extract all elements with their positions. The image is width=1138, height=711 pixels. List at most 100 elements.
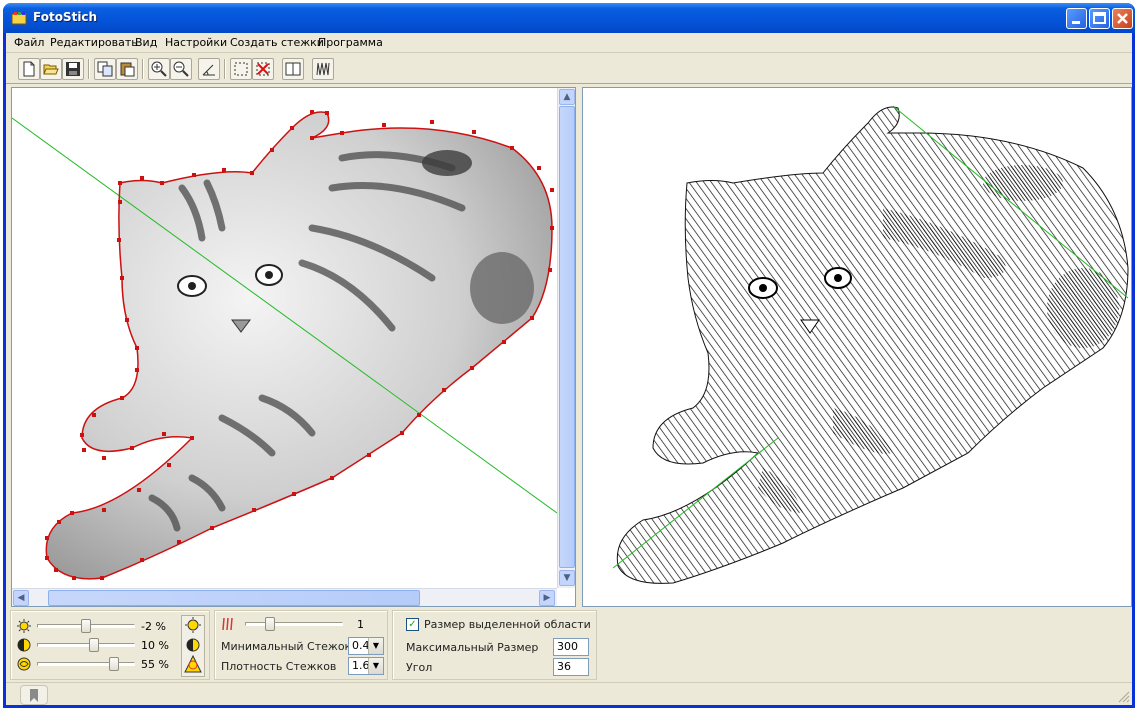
menu-view[interactable]: Вид xyxy=(135,36,157,49)
stitch-settings-group: 1 Минимальный Стежок 0.4 ▼ Плотность Сте… xyxy=(214,610,388,680)
title-bar[interactable]: FotoStich xyxy=(3,3,1135,33)
stitch-button[interactable] xyxy=(312,58,334,80)
copy-button[interactable] xyxy=(94,58,116,80)
save-button[interactable] xyxy=(62,58,84,80)
contrast-value: 10 % xyxy=(141,639,169,652)
menu-settings[interactable]: Настройки xyxy=(165,36,227,49)
menu-edit[interactable]: Редактировать xyxy=(50,36,138,49)
angle-icon xyxy=(202,64,215,76)
stitch-preview-pane[interactable] xyxy=(582,87,1132,607)
min-stitch-value: 0.4 xyxy=(352,639,370,652)
cat-dark-patch xyxy=(470,252,534,324)
window-title: FotoStich xyxy=(33,10,98,24)
split-view-button[interactable] xyxy=(282,58,304,80)
stitch-length-slider[interactable] xyxy=(245,615,345,633)
stitch-icon xyxy=(316,62,330,76)
zoom-in-button[interactable] xyxy=(148,58,170,80)
status-bookmark-button[interactable] xyxy=(20,685,48,705)
minimize-button[interactable] xyxy=(1066,8,1087,29)
scroll-left-button[interactable]: ◀ xyxy=(13,590,29,606)
sun-icon xyxy=(17,619,31,633)
scroll-right-button[interactable]: ▶ xyxy=(539,590,555,606)
clear-selection-button[interactable] xyxy=(252,58,274,80)
paste-icon xyxy=(120,62,135,77)
select-rect-button[interactable] xyxy=(230,58,252,80)
max-size-label: Максимальный Размер xyxy=(406,641,539,654)
checkmark-icon: ✓ xyxy=(408,619,417,630)
arrow-up-icon: ▲ xyxy=(563,92,571,102)
vertical-scroll-thumb[interactable] xyxy=(559,106,575,568)
minimize-icon xyxy=(1072,21,1080,24)
maximize-icon xyxy=(1093,12,1106,24)
auto-adjust-icon xyxy=(184,617,202,673)
angle-button[interactable] xyxy=(198,58,220,80)
horizontal-scrollbar[interactable]: ◀ ▶ xyxy=(12,588,557,606)
menu-file[interactable]: Файл xyxy=(14,36,44,49)
chevron-down-icon[interactable]: ▼ xyxy=(368,658,383,674)
clear-selection-icon xyxy=(256,62,270,76)
saturation-slider[interactable] xyxy=(37,655,137,673)
density-value: 1.6 xyxy=(352,659,370,672)
new-icon xyxy=(23,61,35,77)
controls-panel: -2 % 10 % 55 % 1 Минимальный Стежок 0.4 … xyxy=(6,607,1132,682)
brightness-thumb[interactable] xyxy=(81,619,91,633)
image-adjustments-group: -2 % 10 % 55 % xyxy=(10,610,210,680)
menu-bar: Файл Редактировать Вид Настройки Создать… xyxy=(6,33,1132,53)
chevron-down-icon[interactable]: ▼ xyxy=(368,638,383,654)
status-bar xyxy=(6,682,1132,705)
scroll-up-button[interactable]: ▲ xyxy=(559,89,575,105)
zoom-out-button[interactable] xyxy=(170,58,192,80)
brightness-slider[interactable] xyxy=(37,617,137,635)
menu-create-stitches[interactable]: Создать стежки xyxy=(230,36,324,49)
contrast-icon xyxy=(17,638,31,652)
stitch-length-icon xyxy=(222,617,233,631)
min-stitch-label: Минимальный Стежок xyxy=(221,640,352,653)
toolbar xyxy=(6,54,1132,84)
scroll-down-button[interactable]: ▼ xyxy=(559,570,575,586)
maximize-button[interactable] xyxy=(1089,8,1110,29)
arrow-down-icon: ▼ xyxy=(563,573,571,583)
selection-size-group: ✓ Размер выделенной области Максимальный… xyxy=(392,610,597,680)
copy-icon xyxy=(97,61,113,77)
min-stitch-select[interactable]: 0.4 ▼ xyxy=(348,637,384,655)
contrast-slider[interactable] xyxy=(37,636,137,654)
saturation-thumb[interactable] xyxy=(109,657,119,671)
save-icon xyxy=(66,62,80,76)
open-button[interactable] xyxy=(40,58,62,80)
app-window: FotoStich Файл Редактировать Вид Настрой… xyxy=(3,3,1135,708)
vertical-scrollbar[interactable]: ▲ ▼ xyxy=(557,88,575,588)
angle-label: Угол xyxy=(406,661,433,674)
stitch-length-thumb[interactable] xyxy=(265,617,275,631)
bookmark-icon xyxy=(30,689,38,702)
angle-input[interactable]: 36 xyxy=(553,658,589,676)
selection-size-checkbox[interactable]: ✓ xyxy=(406,618,419,631)
saturation-icon xyxy=(17,657,31,671)
resize-grip-icon[interactable] xyxy=(1118,691,1130,703)
horizontal-scroll-thumb[interactable] xyxy=(48,590,420,606)
open-icon xyxy=(43,64,59,75)
zoom-out-icon xyxy=(173,61,189,77)
arrow-left-icon: ◀ xyxy=(17,593,25,603)
zoom-in-icon xyxy=(151,61,167,77)
close-button[interactable] xyxy=(1112,8,1133,29)
contrast-thumb[interactable] xyxy=(89,638,99,652)
paste-button[interactable] xyxy=(116,58,138,80)
source-image-pane[interactable]: ▲ ▼ ◀ ▶ xyxy=(11,87,576,607)
close-icon xyxy=(1117,13,1128,24)
source-image-canvas[interactable] xyxy=(12,88,557,588)
auto-adjust-button[interactable] xyxy=(181,615,205,677)
menu-program[interactable]: Программа xyxy=(318,36,383,49)
max-size-input[interactable]: 300 xyxy=(553,638,589,656)
stitch-preview-canvas xyxy=(612,105,1129,584)
arrow-right-icon: ▶ xyxy=(543,593,551,603)
density-label: Плотность Стежков xyxy=(221,660,337,673)
split-view-icon xyxy=(285,62,301,76)
new-button[interactable] xyxy=(18,58,40,80)
selection-size-label: Размер выделенной области xyxy=(424,618,591,631)
brightness-value: -2 % xyxy=(141,620,166,633)
app-icon xyxy=(11,12,27,25)
density-select[interactable]: 1.6 ▼ xyxy=(348,657,384,675)
saturation-value: 55 % xyxy=(141,658,169,671)
select-rect-icon xyxy=(234,62,248,76)
stitch-length-value: 1 xyxy=(357,618,364,631)
